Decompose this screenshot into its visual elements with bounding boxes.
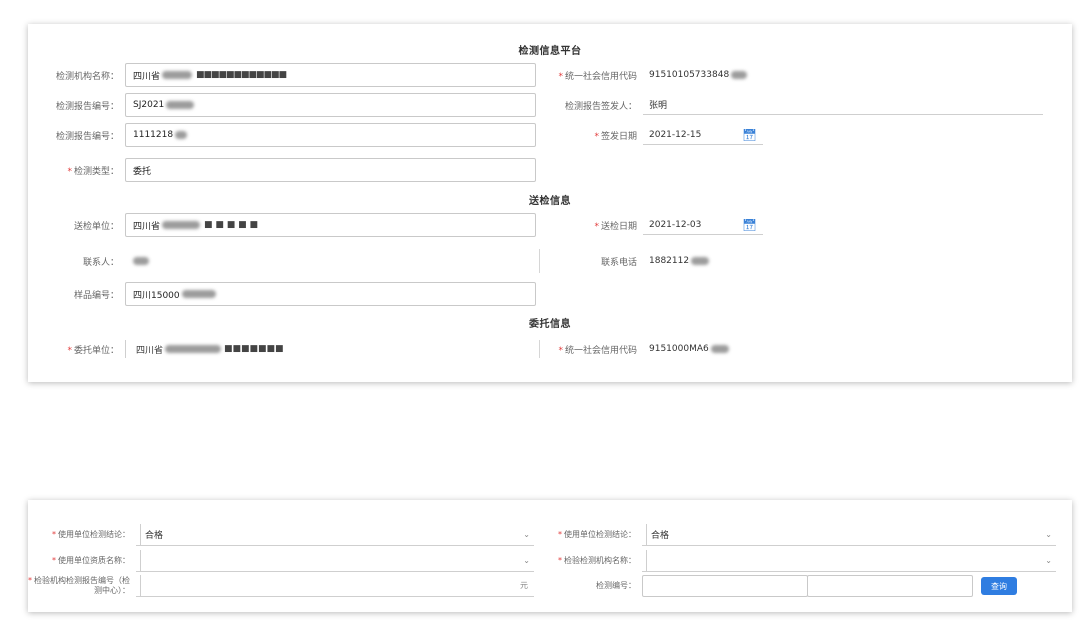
field-label: 送检单位： (73, 221, 119, 232)
report-signer-input[interactable]: 张明 (643, 95, 1043, 115)
field-label: * 使用单位检测结论： (52, 530, 130, 539)
field-label: 样品编号： (73, 290, 119, 301)
inspection-number-end-input[interactable] (807, 575, 973, 597)
field-inspection-org: 检测机构名称： 四川省 ■■■■■■■■■■■■ (28, 63, 536, 87)
chevron-down-icon: ⌄ (1045, 530, 1052, 539)
field-sample-number: 样品编号： 四川15000 (28, 282, 536, 306)
phone-value: 1882112 (643, 249, 715, 273)
sign-date-input[interactable]: 2021-12-15 📅︎ (643, 125, 763, 145)
field-submit-date: * 送检日期 2021-12-03 📅︎ (533, 213, 763, 237)
calendar-icon[interactable]: 📅︎ (742, 128, 757, 142)
field-label: 检测报告签发人： (564, 101, 637, 112)
field-delegating-credit-code: * 统一社会信用代码 9151000MA6 (533, 337, 735, 361)
field-label: * 委托单位： (67, 345, 119, 356)
field-label: * 检验检测机构名称： (558, 556, 636, 565)
field-submitting-unit: 送检单位： 四川省 ■ ■ ■ ■ ■ (28, 213, 536, 237)
field-label: * 使用单位资质名称： (52, 556, 130, 565)
contact-value (125, 249, 155, 273)
field-label: * 使用单位检测结论： (558, 530, 636, 539)
field-label: * 送检日期 (594, 221, 637, 232)
use-unit-qualification-select[interactable]: ⌄ (136, 549, 534, 572)
field-report-number-2: 检测报告编号： 1111218 (28, 123, 536, 147)
section-title-delegation: 委托信息 (529, 319, 571, 330)
field-contact: 联系人： (28, 249, 155, 273)
field-label: 检测报告编号： (55, 101, 119, 112)
inspection-agency-select[interactable]: ⌄ (642, 549, 1056, 572)
delegating-credit-code-value: 9151000MA6 (643, 337, 735, 361)
field-report-number: 检测报告编号： SJ2021 (28, 93, 536, 117)
field-label: 检测报告编号： (55, 131, 119, 142)
field-report-signer: 检测报告签发人： 张明 (533, 93, 1043, 117)
inspection-number-start-input[interactable] (642, 575, 808, 597)
field-agency-report-number: * 检验机构检测报告编号（检测中心）： 元 (28, 574, 534, 597)
unit-label: 元 (520, 581, 528, 590)
submit-date-input[interactable]: 2021-12-03 📅︎ (643, 215, 763, 235)
chevron-down-icon: ⌄ (523, 556, 530, 565)
field-label: 检测编号： (596, 581, 636, 590)
sample-number-input[interactable]: 四川15000 (125, 282, 536, 306)
field-label: * 检验机构检测报告编号（检测中心）： (28, 576, 130, 595)
field-delegating-unit: * 委托单位： 四川省 ■■■■■■■ (28, 337, 290, 361)
use-unit-conclusion-2-select[interactable]: 合格 ⌄ (642, 523, 1056, 546)
report-number-input[interactable]: SJ2021 (125, 93, 536, 117)
field-sign-date: * 签发日期 2021-12-15 📅︎ (533, 123, 763, 147)
field-label: * 签发日期 (594, 131, 637, 142)
inspection-type-input[interactable]: 委托 (125, 158, 536, 182)
inspection-org-input[interactable]: 四川省 ■■■■■■■■■■■■ (125, 63, 536, 87)
use-unit-conclusion-select[interactable]: 合格 ⌄ (136, 523, 534, 546)
field-inspection-number: 检测编号： 查询 (534, 575, 1017, 597)
inspection-form-card: 检测信息平台 检测机构名称： 四川省 ■■■■■■■■■■■■ * 统一社会信用代码… (28, 24, 1072, 382)
field-label: 联系电话 (600, 257, 637, 268)
field-label: 检测机构名称： (55, 71, 119, 82)
field-use-unit-qualification: * 使用单位资质名称： ⌄ (28, 549, 534, 572)
report-number-2-input[interactable]: 1111218 (125, 123, 536, 147)
field-label: * 检测类型： (67, 166, 119, 177)
field-label: * 统一社会信用代码 (558, 71, 637, 82)
chevron-down-icon: ⌄ (1045, 556, 1052, 565)
field-credit-code: * 统一社会信用代码 91510105733848 (533, 63, 753, 87)
field-inspection-type: * 检测类型： 委托 (28, 158, 536, 182)
query-button[interactable]: 查询 (981, 577, 1017, 595)
credit-code-value: 91510105733848 (643, 63, 753, 87)
field-use-unit-conclusion: * 使用单位检测结论： 合格 ⌄ (28, 523, 534, 546)
field-inspection-agency: * 检验检测机构名称： ⌄ (534, 549, 1056, 572)
field-label: 联系人： (82, 257, 119, 268)
chevron-down-icon: ⌄ (523, 530, 530, 539)
calendar-icon[interactable]: 📅︎ (742, 218, 757, 232)
delegating-unit-value: 四川省 ■■■■■■■ (136, 344, 284, 356)
field-phone: 联系电话 1882112 (533, 249, 715, 273)
section-title-submission: 送检信息 (529, 196, 571, 207)
field-use-unit-conclusion-2: * 使用单位检测结论： 合格 ⌄ (534, 523, 1056, 546)
result-form-card: * 使用单位检测结论： 合格 ⌄ * 使用单位检测结论： 合格 ⌄ * 使用单位资质名称：… (28, 500, 1072, 612)
section-title-platform: 检测信息平台 (518, 46, 582, 57)
agency-report-number-input[interactable]: 元 (136, 574, 534, 597)
submitting-unit-input[interactable]: 四川省 ■ ■ ■ ■ ■ (125, 213, 536, 237)
field-label: * 统一社会信用代码 (558, 345, 637, 356)
